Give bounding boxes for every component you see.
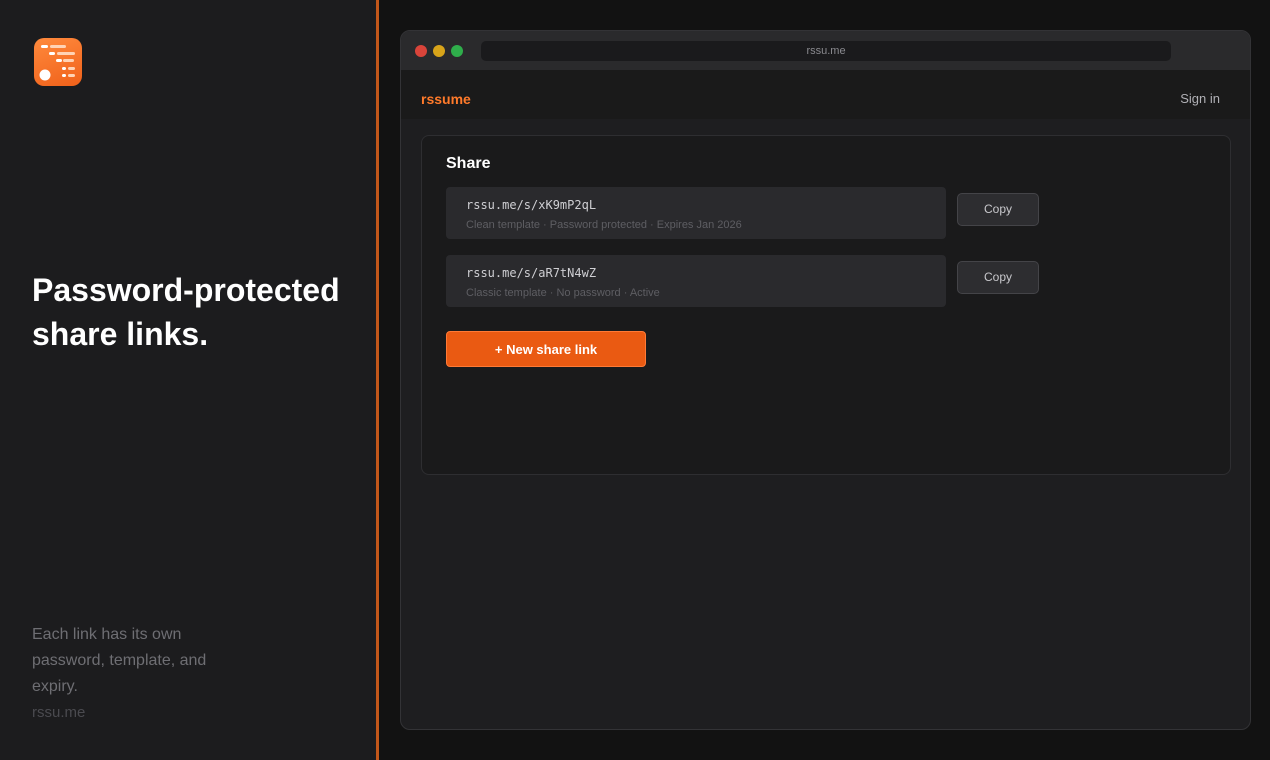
site-navbar: rssume Sign in — [401, 71, 1250, 119]
share-link-meta: Classic template · No password · Active — [466, 287, 660, 299]
sign-in-link[interactable]: Sign in — [1180, 91, 1220, 106]
promo-domain: rssu.me — [32, 704, 86, 721]
share-link-row: rssu.me/s/xK9mP2qL Clean template · Pass… — [446, 187, 946, 239]
copy-link-button[interactable]: Copy — [957, 193, 1039, 226]
panel-divider — [376, 0, 379, 760]
share-link-url: rssu.me/s/aR7tN4wZ — [466, 266, 597, 280]
share-link-meta: Clean template · Password protected · Ex… — [466, 219, 742, 231]
share-link-row: rssu.me/s/aR7tN4wZ Classic template · No… — [446, 255, 946, 307]
share-title: Share — [446, 155, 491, 172]
minimize-window-icon[interactable] — [433, 45, 445, 57]
close-window-icon[interactable] — [415, 45, 427, 57]
app-logo-icon — [34, 38, 82, 86]
promo-panel: Password-protected share links. Each lin… — [0, 0, 376, 760]
browser-window: rssu.me rssume Sign in Share rssu.me/s/x… — [400, 30, 1251, 730]
share-card: Share rssu.me/s/xK9mP2qL Clean template … — [421, 135, 1231, 475]
maximize-window-icon[interactable] — [451, 45, 463, 57]
address-bar[interactable]: rssu.me — [481, 41, 1171, 61]
copy-link-button[interactable]: Copy — [957, 261, 1039, 294]
brand-logo[interactable]: rssume — [421, 91, 471, 107]
new-share-link-button[interactable]: + New share link — [446, 331, 646, 367]
promo-description: Each link has its own password, template… — [32, 626, 207, 695]
share-link-url: rssu.me/s/xK9mP2qL — [466, 198, 597, 212]
promo-headline: Password-protected share links. — [32, 272, 340, 352]
browser-titlebar: rssu.me — [401, 31, 1250, 71]
